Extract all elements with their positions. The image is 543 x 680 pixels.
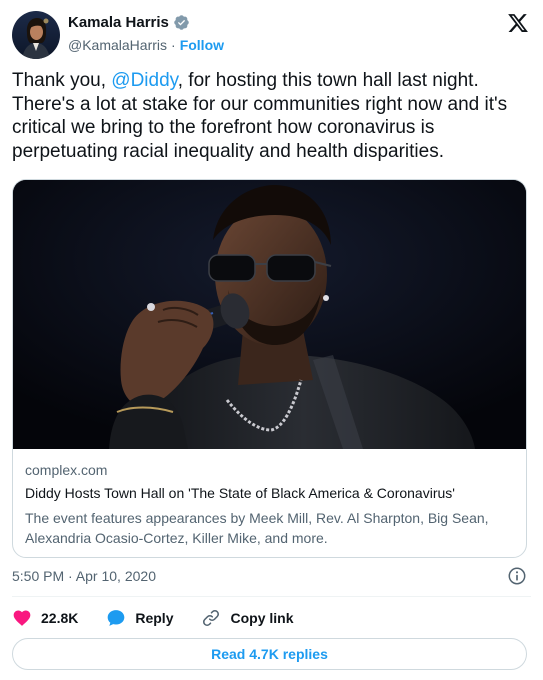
tweet: Kamala Harris @KamalaHarris · Follow Tha… — [0, 0, 543, 680]
like-button[interactable]: 22.8K — [12, 608, 78, 628]
author-handle[interactable]: @KamalaHarris — [68, 37, 167, 53]
x-logo-icon[interactable] — [507, 12, 529, 34]
action-bar: 22.8K Reply Copy link — [12, 606, 322, 630]
verified-badge-icon — [173, 14, 190, 31]
info-icon[interactable] — [507, 566, 527, 586]
reply-button[interactable]: Reply — [106, 608, 173, 628]
read-replies-button[interactable]: Read 4.7K replies — [12, 638, 527, 670]
copy-link-label: Copy link — [230, 610, 294, 626]
mention-link[interactable]: @Diddy — [111, 70, 177, 91]
copy-link-button[interactable]: Copy link — [201, 608, 294, 628]
divider — [12, 596, 531, 597]
tweet-text-start: Thank you, — [12, 70, 112, 91]
tweet-text: Thank you, @Diddy, for hosting this town… — [12, 69, 532, 163]
heart-icon — [13, 610, 31, 626]
card-domain: complex.com — [25, 462, 108, 478]
follow-button[interactable]: Follow — [180, 37, 224, 53]
author-handle-row: @KamalaHarris · Follow — [68, 37, 224, 53]
card-title[interactable]: Diddy Hosts Town Hall on 'The State of B… — [25, 485, 455, 501]
card-description: The event features appearances by Meek M… — [25, 510, 489, 546]
author-avatar[interactable] — [12, 11, 60, 59]
card-image[interactable] — [13, 180, 526, 449]
link-preview-card[interactable]: complex.com Diddy Hosts Town Hall on 'Th… — [12, 179, 527, 558]
reply-label: Reply — [135, 610, 174, 626]
reply-bubble-icon — [108, 610, 125, 626]
author-name-row: Kamala Harris — [68, 14, 190, 31]
handle-separator: · — [171, 37, 176, 53]
link-icon — [203, 610, 220, 626]
like-count: 22.8K — [41, 610, 79, 626]
author-name[interactable]: Kamala Harris — [68, 14, 169, 31]
tweet-timestamp[interactable]: 5:50 PM · Apr 10, 2020 — [12, 568, 156, 584]
